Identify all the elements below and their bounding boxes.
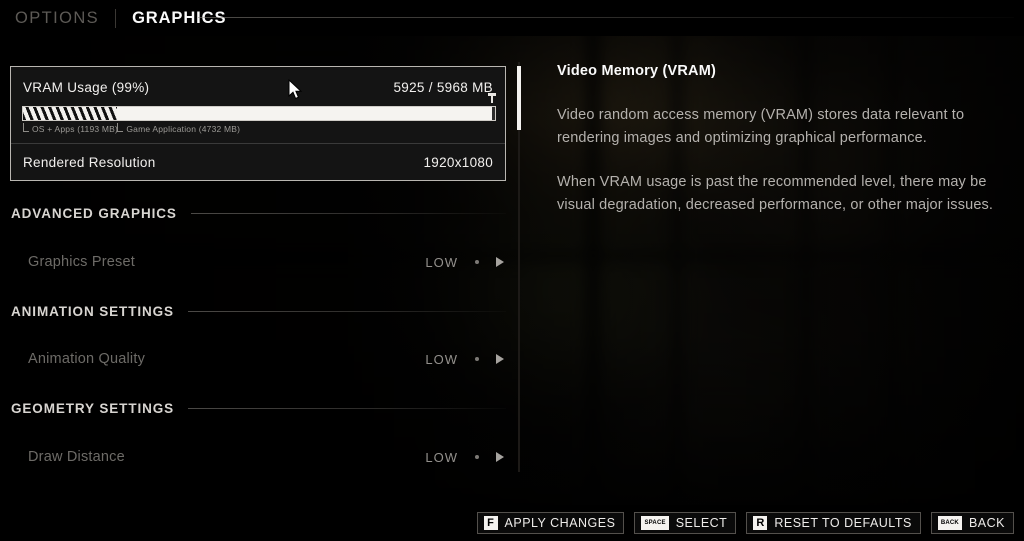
vram-bar-game-segment: [117, 107, 492, 120]
description-title: Video Memory (VRAM): [557, 63, 717, 79]
prompt-reset-to-defaults[interactable]: R RESET TO DEFAULTS: [746, 512, 921, 534]
section-header-advanced-graphics: ADVANCED GRAPHICS: [11, 204, 506, 222]
key-badge-back: BACK: [937, 516, 962, 530]
section-rule: [187, 310, 506, 312]
description-panel: Video Memory (VRAM) Video random access …: [557, 63, 995, 238]
prompt-select[interactable]: SPACE SELECT: [634, 512, 737, 534]
prompt-label: BACK: [968, 516, 1005, 530]
prompt-label: APPLY CHANGES: [504, 516, 616, 530]
setting-value: LOW: [425, 254, 458, 270]
legend-label-os: OS + Apps (1193 MB): [32, 124, 119, 134]
setting-row-draw-distance[interactable]: Draw Distance LOW: [11, 444, 506, 470]
tab-graphics[interactable]: GRAPHICS: [129, 10, 229, 27]
section-rule: [188, 407, 506, 409]
description-paragraph: Video random access memory (VRAM) stores…: [557, 107, 965, 147]
setting-value: LOW: [425, 449, 458, 465]
setting-indicator-dot-icon: [475, 455, 479, 459]
setting-label: Graphics Preset: [28, 254, 135, 270]
vram-legend: OS + Apps (1193 MB) Game Application (47…: [22, 123, 496, 140]
vram-usage-value: 5925 / 5968 MB: [393, 79, 493, 95]
setting-row-graphics-preset[interactable]: Graphics Preset LOW: [11, 249, 506, 275]
key-badge-space: SPACE: [641, 516, 669, 530]
setting-row-animation-quality[interactable]: Animation Quality LOW: [11, 346, 506, 372]
vram-bar-os-segment: [23, 107, 118, 120]
section-rule: [190, 212, 506, 214]
section-title: ANIMATION SETTINGS: [11, 303, 174, 319]
prompt-apply-changes[interactable]: F APPLY CHANGES: [476, 512, 625, 534]
legend-hook-icon: [117, 123, 124, 132]
rendered-resolution-value: 1920x1080: [423, 154, 493, 170]
legend-label-game: Game Application (4732 MB): [126, 124, 241, 134]
key-badge-f: F: [483, 516, 498, 530]
prompt-label: SELECT: [675, 516, 728, 530]
mouse-cursor-icon: [288, 79, 303, 100]
setting-value: LOW: [425, 351, 458, 367]
section-header-geometry-settings: GEOMETRY SETTINGS: [11, 399, 506, 417]
rendered-resolution-label: Rendered Resolution: [23, 154, 156, 170]
list-item: OS + Apps (1193 MB): [23, 123, 119, 134]
section-title: ADVANCED GRAPHICS: [11, 205, 177, 221]
section-title: GEOMETRY SETTINGS: [11, 400, 175, 416]
tab-separator: [115, 8, 117, 28]
section-header-animation-settings: ANIMATION SETTINGS: [11, 302, 506, 320]
top-bar-rule: [198, 17, 1014, 18]
rendered-resolution-row: Rendered Resolution 1920x1080: [11, 144, 505, 180]
bottom-prompt-bar: F APPLY CHANGES SPACE SELECT R RESET TO …: [0, 505, 1024, 541]
game-settings-screen: OPTIONS GRAPHICS VRAM Usage (99%) 5925 /…: [0, 0, 1024, 541]
chevron-right-icon[interactable]: [496, 354, 504, 364]
setting-indicator-dot-icon: [475, 357, 479, 361]
vram-usage-label: VRAM Usage (99%): [23, 79, 150, 95]
description-paragraph: When VRAM usage is past the recommended …: [557, 173, 994, 214]
vram-recommended-level-marker: [487, 93, 496, 103]
vram-bar-track: [22, 106, 496, 121]
top-tab-bar: OPTIONS GRAPHICS: [0, 0, 1024, 36]
vram-panel: VRAM Usage (99%) 5925 / 5968 MB OS + App…: [10, 66, 506, 181]
list-item: Game Application (4732 MB): [117, 123, 241, 134]
tab-list: OPTIONS GRAPHICS: [0, 0, 229, 36]
chevron-right-icon[interactable]: [496, 257, 504, 267]
setting-label: Draw Distance: [28, 449, 125, 465]
chevron-right-icon[interactable]: [496, 452, 504, 462]
prompt-back[interactable]: BACK BACK: [930, 512, 1014, 534]
settings-column: VRAM Usage (99%) 5925 / 5968 MB OS + App…: [0, 52, 520, 484]
vram-usage-row: VRAM Usage (99%) 5925 / 5968 MB: [11, 67, 505, 107]
scrollbar-thumb[interactable]: [517, 66, 521, 130]
vram-bar: [22, 93, 496, 123]
prompt-label: RESET TO DEFAULTS: [774, 516, 912, 530]
legend-hook-icon: [23, 123, 29, 132]
setting-indicator-dot-icon: [475, 260, 479, 264]
setting-label: Animation Quality: [28, 351, 146, 367]
tab-options[interactable]: OPTIONS: [12, 10, 102, 27]
key-badge-r: R: [753, 516, 768, 530]
